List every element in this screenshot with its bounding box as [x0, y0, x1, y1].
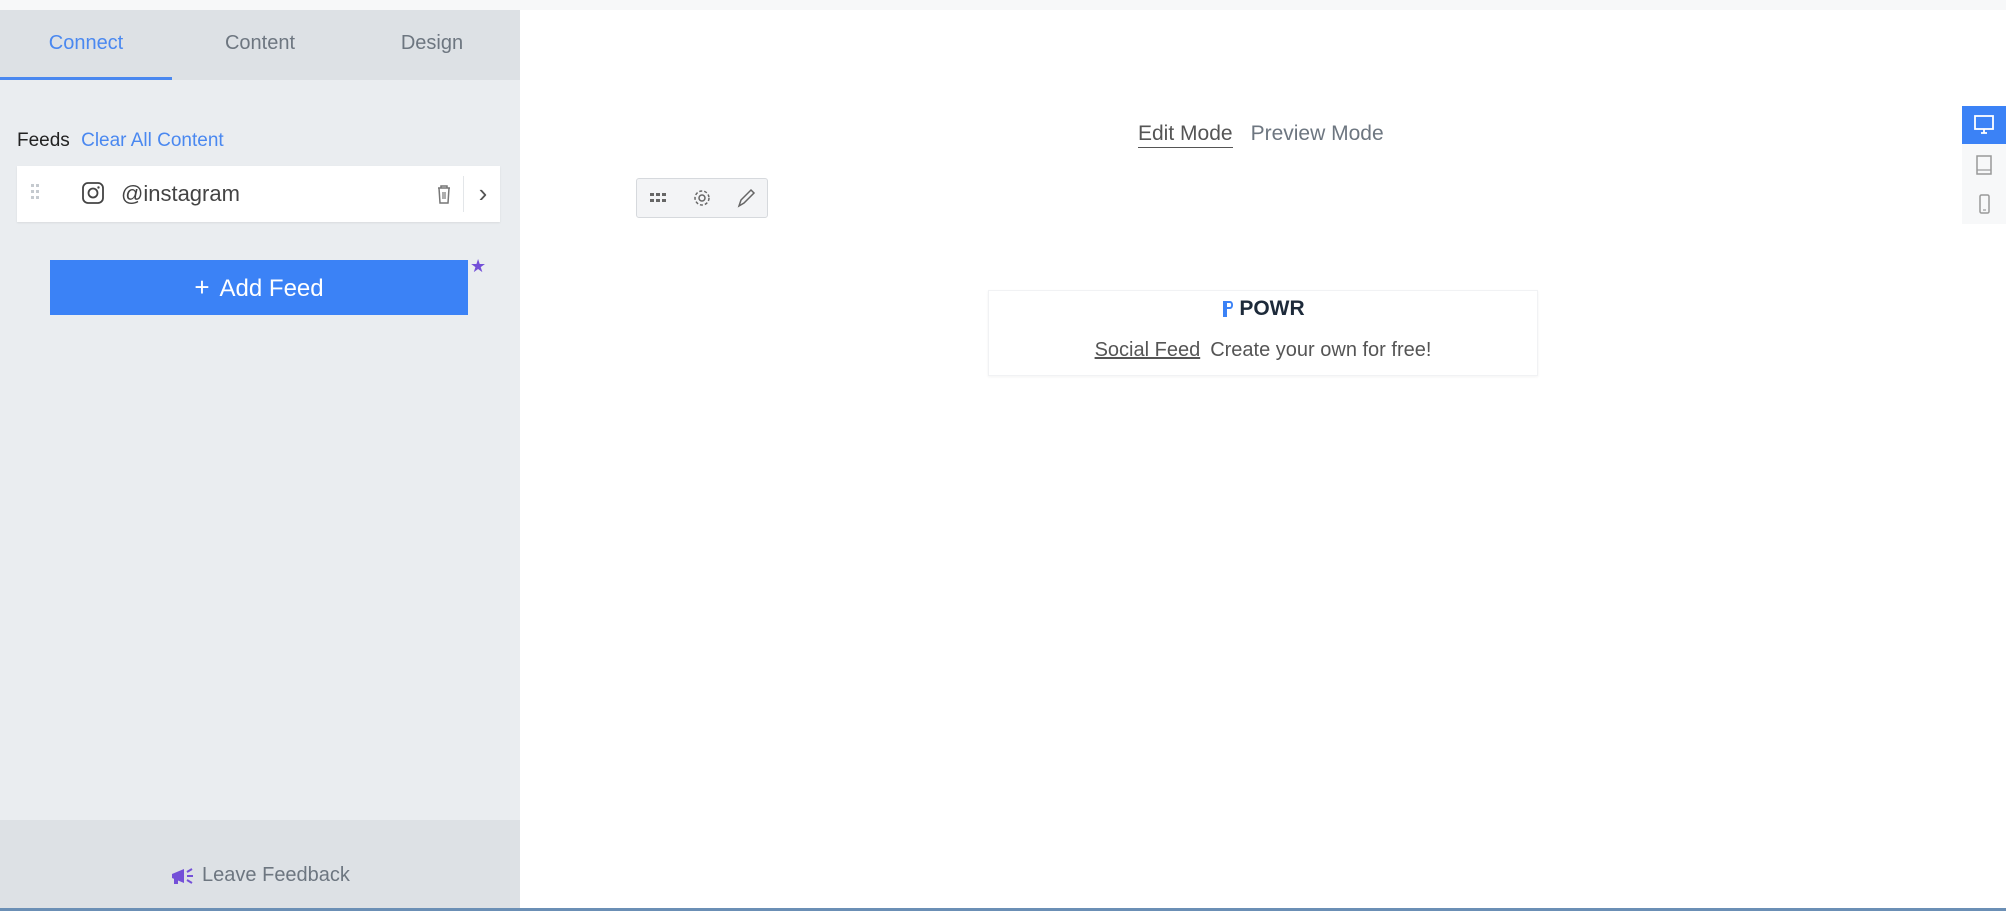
feedback-bar: Leave Feedback	[0, 820, 520, 908]
element-toolbar	[636, 178, 768, 218]
plus-icon: +	[194, 272, 210, 302]
edit-mode-link[interactable]: Edit Mode	[1138, 122, 1233, 148]
sidebar-tabs: Connect Content Design	[0, 10, 520, 80]
chevron-right-icon[interactable]: ›	[470, 178, 496, 208]
tablet-icon	[1976, 155, 1992, 175]
megaphone-icon	[172, 867, 194, 884]
editor-sidebar: Connect Content Design Feeds Clear All C…	[0, 10, 520, 908]
add-feed-button[interactable]: + Add Feed	[50, 260, 468, 315]
mobile-view-button[interactable]	[1962, 186, 2006, 224]
bottom-border	[0, 908, 2006, 911]
top-border	[0, 0, 2006, 10]
powr-logo-text: POWR	[1239, 297, 1305, 320]
add-feed-label: Add Feed	[219, 275, 324, 302]
desktop-view-button[interactable]	[1962, 106, 2006, 144]
feedback-label: Leave Feedback	[202, 864, 350, 886]
mobile-icon	[1979, 194, 1990, 214]
gear-icon[interactable]	[689, 185, 715, 211]
tab-content[interactable]: Content	[174, 10, 346, 80]
create-free-link[interactable]: Create your own for free!	[1210, 339, 1431, 361]
instagram-icon	[82, 182, 104, 204]
social-feed-link[interactable]: Social Feed	[1095, 339, 1201, 361]
powr-logo[interactable]: POWR	[989, 297, 1537, 321]
tab-connect[interactable]: Connect	[0, 10, 172, 80]
tablet-view-button[interactable]	[1962, 146, 2006, 184]
powr-logo-icon	[1223, 301, 1234, 318]
premium-star-icon: ★	[470, 256, 487, 276]
row-divider	[463, 176, 464, 212]
feeds-header: Feeds Clear All Content	[17, 130, 224, 152]
leave-feedback-link[interactable]: Leave Feedback	[0, 864, 520, 887]
trash-icon[interactable]	[433, 182, 455, 206]
powr-branding-card: POWR Social Feed Create your own for free…	[988, 290, 1538, 376]
tab-design[interactable]: Design	[346, 10, 518, 80]
mode-switch: Edit Mode Preview Mode	[1138, 122, 1384, 148]
brush-icon[interactable]	[733, 185, 759, 211]
clear-all-content-link[interactable]: Clear All Content	[81, 130, 224, 151]
drag-handle-icon[interactable]	[31, 184, 41, 202]
device-preview-bar	[1962, 106, 2006, 224]
feeds-label: Feeds	[17, 130, 70, 151]
powr-tagline: Social Feed Create your own for free!	[989, 339, 1537, 362]
preview-mode-link[interactable]: Preview Mode	[1251, 122, 1384, 145]
layout-icon[interactable]	[645, 185, 671, 211]
feed-item-instagram[interactable]: @instagram ›	[17, 166, 500, 222]
feed-name: @instagram	[121, 181, 240, 206]
desktop-icon	[1974, 115, 1994, 134]
